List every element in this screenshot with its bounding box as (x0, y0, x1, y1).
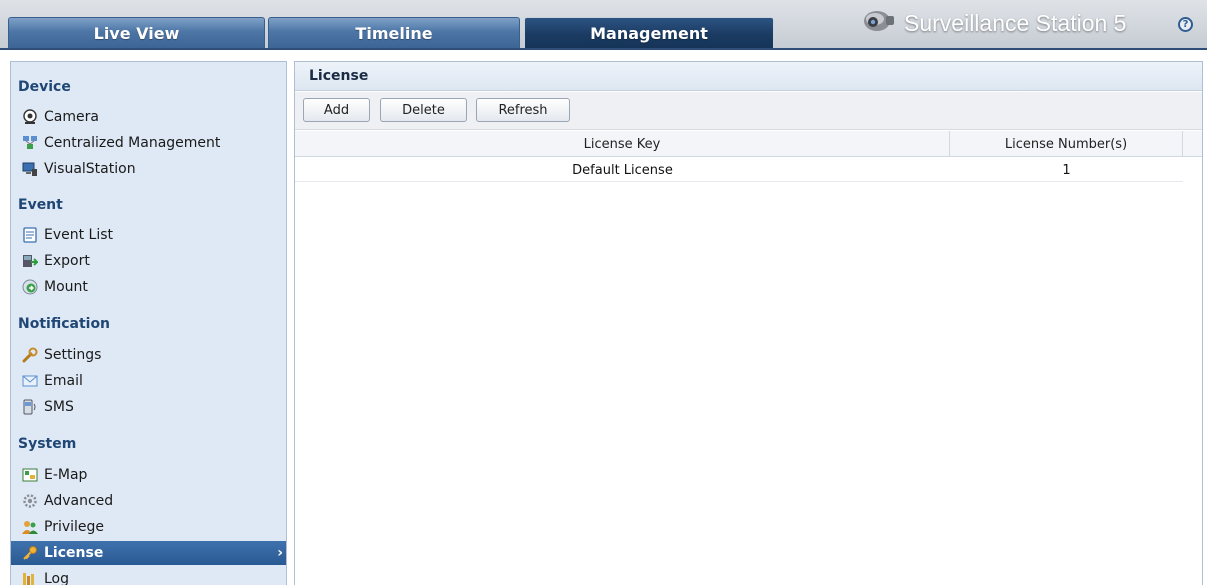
sidebar-item-settings[interactable]: Settings (11, 343, 286, 367)
sidebar-item-label: Camera (44, 109, 99, 125)
delete-button-label: Delete (402, 102, 445, 118)
export-icon (22, 253, 38, 269)
sidebar-item-privilege[interactable]: Privilege (11, 515, 286, 539)
mount-icon (22, 279, 38, 295)
help-icon[interactable]: ? (1178, 17, 1193, 32)
sidebar-item-export[interactable]: Export (11, 249, 286, 273)
users-icon (22, 519, 38, 535)
page-title: License (295, 62, 1202, 91)
sidebar-group-device: Device (18, 79, 71, 95)
sidebar-item-label: Centralized Management (44, 135, 221, 151)
sidebar-item-label: E-Map (44, 467, 88, 483)
sidebar-group-system: System (18, 436, 77, 452)
brand: Surveillance Station 5 (862, 6, 1126, 40)
refresh-button-label: Refresh (498, 102, 548, 118)
main-panel: License Add Delete Refresh License Key L… (294, 61, 1203, 585)
sidebar-item-camera[interactable]: Camera (11, 105, 286, 129)
sidebar-group-notification: Notification (18, 316, 111, 332)
sidebar-item-advanced[interactable]: Advanced (11, 489, 286, 513)
add-button[interactable]: Add (303, 98, 370, 122)
tab-timeline[interactable]: Timeline (268, 17, 520, 48)
tab-management-label: Management (590, 23, 708, 43)
key-icon (22, 545, 38, 561)
sidebar-item-centralized-management[interactable]: Centralized Management (11, 131, 286, 155)
toolbar: Add Delete Refresh (295, 92, 1202, 130)
sidebar-item-label: License (44, 545, 104, 561)
help-glyph: ? (1182, 19, 1189, 30)
sidebar-item-label: Privilege (44, 519, 105, 535)
centralized-management-icon (22, 135, 38, 151)
tab-live-view-label: Live View (93, 23, 180, 43)
event-list-icon (22, 227, 38, 243)
top-bar: Live View Timeline Management Surveillan… (0, 0, 1207, 50)
tab-timeline-label: Timeline (355, 23, 433, 43)
sidebar-item-label: Mount (44, 279, 88, 295)
sidebar-item-label: Log (44, 571, 70, 585)
tab-live-view[interactable]: Live View (8, 17, 265, 48)
cell-license-number: 1 (1062, 162, 1071, 178)
refresh-button[interactable]: Refresh (476, 98, 570, 122)
sidebar: Device Camera Centralized Management Vis… (10, 61, 287, 585)
gear-icon (22, 493, 38, 509)
app-title: Surveillance Station 5 (904, 9, 1127, 36)
sidebar-item-mount[interactable]: Mount (11, 275, 286, 299)
sidebar-item-log[interactable]: Log (11, 567, 286, 585)
chevron-right-icon: › (277, 545, 283, 561)
sidebar-item-label: Settings (44, 347, 102, 363)
sidebar-item-license[interactable]: License › (11, 541, 286, 565)
sidebar-item-label: Export (44, 253, 90, 269)
column-header-label: License Number(s) (1004, 136, 1128, 152)
add-button-label: Add (323, 102, 350, 118)
visualstation-icon (22, 161, 38, 177)
tab-management[interactable]: Management (524, 17, 774, 48)
wrench-icon (22, 347, 38, 363)
column-header-license-number[interactable]: License Number(s) (950, 131, 1183, 157)
camera-icon (22, 109, 38, 125)
sidebar-item-label: SMS (44, 399, 74, 415)
sms-icon (22, 399, 38, 415)
table-row[interactable]: Default License 1 (295, 158, 1183, 182)
sidebar-item-sms[interactable]: SMS (11, 395, 286, 419)
email-icon (22, 373, 38, 389)
column-header-license-key[interactable]: License Key (295, 131, 950, 157)
sidebar-item-label: Email (44, 373, 83, 389)
sidebar-item-label: VisualStation (44, 161, 136, 177)
emap-icon (22, 467, 38, 483)
sidebar-item-visualstation[interactable]: VisualStation (11, 157, 286, 181)
cell-license-key: Default License (572, 162, 673, 178)
sidebar-item-event-list[interactable]: Event List (11, 223, 286, 247)
camera-logo-icon (862, 6, 896, 40)
sidebar-group-event: Event (18, 197, 63, 213)
sidebar-item-label: Advanced (44, 493, 114, 509)
delete-button[interactable]: Delete (380, 98, 467, 122)
sidebar-item-emap[interactable]: E-Map (11, 463, 286, 487)
table-header: License Key License Number(s) (295, 131, 1202, 157)
column-header-label: License Key (583, 136, 661, 152)
sidebar-item-label: Event List (44, 227, 114, 243)
sidebar-item-email[interactable]: Email (11, 369, 286, 393)
log-icon (22, 571, 38, 585)
